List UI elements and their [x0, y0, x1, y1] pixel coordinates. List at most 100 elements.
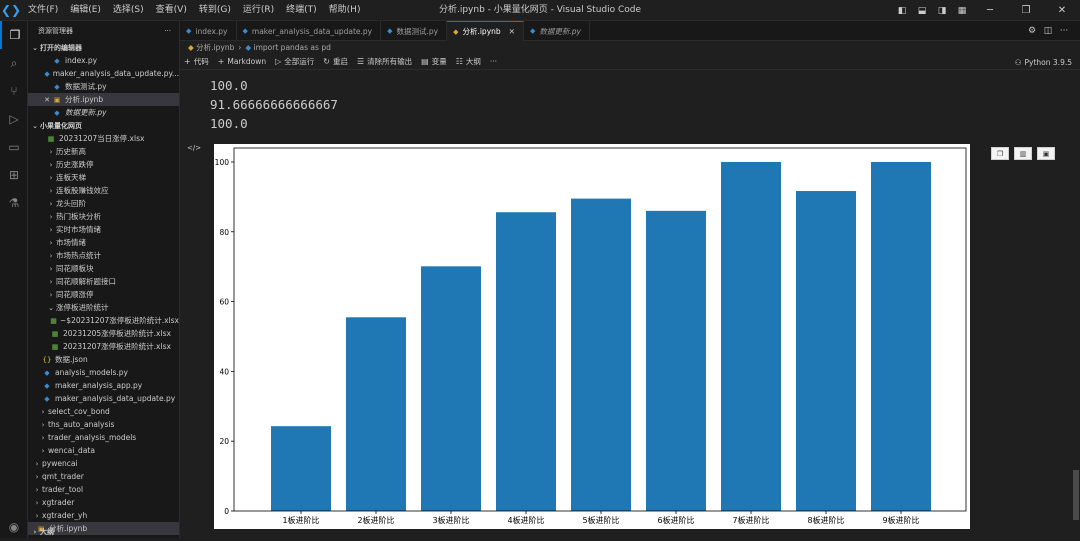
save-output-icon[interactable]: ▣ [1037, 147, 1055, 160]
close-icon[interactable]: ✕ [509, 27, 515, 36]
source-control-icon[interactable]: ⑂ [0, 77, 28, 105]
tree-item-label: trader_analysis_models [48, 433, 137, 442]
menu-item[interactable]: 运行(R) [237, 0, 280, 21]
more-icon[interactable]: ··· [1056, 26, 1072, 36]
customize-layout-icon[interactable]: ▦ [952, 6, 972, 16]
tree-item[interactable]: › qmt_trader [28, 470, 179, 483]
search-icon[interactable]: ⌕ [0, 49, 28, 77]
scrollbar-thumb[interactable] [1073, 470, 1079, 520]
menu-item[interactable]: 文件(F) [22, 0, 64, 21]
tree-item-label: select_cov_bond [48, 407, 110, 416]
tree-item[interactable]: › 实时市场情绪 [28, 223, 179, 236]
close-icon[interactable]: ✕ [42, 96, 52, 104]
breadcrumb-file[interactable]: 分析.ipynb [196, 42, 234, 53]
menu-item[interactable]: 帮助(H) [323, 0, 367, 21]
kernel-picker[interactable]: ⚇ Python 3.9.5 [1015, 54, 1072, 70]
change-renderer-icon[interactable]: ▥ [1014, 147, 1032, 160]
tree-item[interactable]: ◆ analysis_models.py [28, 366, 179, 379]
extensions-icon[interactable]: ⊞ [0, 161, 28, 189]
tree-item[interactable]: › 连板股赚钱效应 [28, 184, 179, 197]
explorer-icon[interactable]: ❐ [0, 21, 28, 49]
editor-tab[interactable]: ◆ 数据测试.py [381, 21, 448, 41]
gear-icon[interactable]: ⚙ [1024, 26, 1040, 36]
editor-tab[interactable]: ◆ maker_analysis_data_update.py [237, 21, 382, 41]
minimize-button[interactable]: ─ [972, 5, 1008, 16]
tree-item[interactable]: › xgtrader_yh [28, 509, 179, 522]
add-code-button[interactable]: + 代码 [184, 56, 209, 67]
remote-explorer-icon[interactable]: ▭ [0, 133, 28, 161]
toggle-panel-icon[interactable]: ⬓ [912, 6, 932, 16]
add-markdown-button[interactable]: + Markdown [218, 57, 266, 66]
tree-item[interactable]: ⌄ 涨停板进阶统计 [28, 301, 179, 314]
split-editor-icon[interactable]: ◫ [1040, 26, 1056, 36]
maximize-button[interactable]: ❐ [1008, 5, 1044, 16]
tree-item-label: 同花顺涨停 [56, 290, 94, 299]
open-editor-item[interactable]: ◆ 数据测试.py [28, 80, 179, 93]
tree-item[interactable]: › 历史新高 [28, 145, 179, 158]
tree-item[interactable]: › select_cov_bond [28, 405, 179, 418]
tree-item[interactable]: › xgtrader [28, 496, 179, 509]
menu-item[interactable]: 选择(S) [107, 0, 150, 21]
account-icon[interactable]: ◉ [0, 513, 28, 541]
tree-item[interactable]: {} 数据.json [28, 353, 179, 366]
tree-item[interactable]: ▦ 20231207涨停板进阶统计.xlsx [28, 340, 179, 353]
tree-item[interactable]: › ths_auto_analysis [28, 418, 179, 431]
tree-item[interactable]: › 同花顺涨停 [28, 288, 179, 301]
chevron-right-icon: › [35, 459, 39, 468]
breadcrumb-cell[interactable]: import pandas as pd [254, 43, 331, 52]
close-window-button[interactable]: ✕ [1044, 5, 1080, 16]
open-editor-item[interactable]: ◆ maker_analysis_data_update.py... [28, 67, 179, 80]
tree-item[interactable]: › 连板天梯 [28, 171, 179, 184]
testing-icon[interactable]: ⚗ [0, 189, 28, 217]
menu-item[interactable]: 转到(G) [193, 0, 237, 21]
editor-tab[interactable]: ◆ 数据更新.py [524, 21, 590, 41]
editor-tab[interactable]: ◆ index.py [180, 21, 237, 41]
toggle-secondary-sidebar-icon[interactable]: ◨ [932, 6, 952, 16]
run-debug-icon[interactable]: ▷ [0, 105, 28, 133]
tree-item[interactable]: › 同花顺板块 [28, 262, 179, 275]
run-all-button[interactable]: ▷ 全部运行 [275, 56, 314, 67]
tree-item[interactable]: ▦ 20231205涨停板进阶统计.xlsx [28, 327, 179, 340]
menu-item[interactable]: 查看(V) [150, 0, 193, 21]
outline-section[interactable]: › 大纲 [28, 525, 179, 538]
more-toolbar-button[interactable]: ··· [490, 57, 497, 66]
open-editor-item[interactable]: ✕ ▣ 分析.ipynb [28, 93, 179, 106]
tree-item[interactable]: › 龙头回阶 [28, 197, 179, 210]
tree-item[interactable]: ▦ 20231207当日涨停.xlsx [28, 132, 179, 145]
output-code-icon[interactable]: </> [187, 144, 201, 152]
tree-item[interactable]: › wencai_data [28, 444, 179, 457]
tree-item[interactable]: ◆ maker_analysis_app.py [28, 379, 179, 392]
tree-item[interactable]: › trader_analysis_models [28, 431, 179, 444]
restart-button[interactable]: ↻ 重启 [323, 56, 348, 67]
open-editors-section[interactable]: ⌄ 打开的编辑器 [28, 41, 179, 54]
tree-item[interactable]: › 市场情绪 [28, 236, 179, 249]
menu-item[interactable]: 终端(T) [280, 0, 323, 21]
bar-7 [721, 161, 781, 511]
tree-item[interactable]: › 同花顺解析题接口 [28, 275, 179, 288]
y-tick-label: 60 [219, 298, 229, 307]
chevron-right-icon: › [41, 420, 45, 429]
more-actions-icon[interactable]: ··· [164, 27, 171, 35]
open-editor-label: 分析.ipynb [65, 95, 104, 104]
tree-item-label: 涨停板进阶统计 [56, 303, 109, 312]
outline-button[interactable]: ☷ 大纲 [456, 56, 481, 67]
tree-item[interactable]: ◆ maker_analysis_data_update.py [28, 392, 179, 405]
tab-label: maker_analysis_data_update.py [251, 26, 373, 36]
chevron-right-icon: › [49, 225, 53, 234]
copy-output-icon[interactable]: ❐ [991, 147, 1009, 160]
tree-item[interactable]: › 历史涨跌停 [28, 158, 179, 171]
open-editor-item[interactable]: ◆ 数据更新.py [28, 106, 179, 119]
tree-item[interactable]: ▦ ~$20231207涨停板进阶统计.xlsx [28, 314, 179, 327]
variables-button[interactable]: ▤ 变量 [421, 56, 447, 67]
tree-item[interactable]: › pywencai [28, 457, 179, 470]
tree-item[interactable]: › 市场热点统计 [28, 249, 179, 262]
menu-item[interactable]: 编辑(E) [64, 0, 107, 21]
tree-item[interactable]: › trader_tool [28, 483, 179, 496]
tree-item[interactable]: › 热门板块分析 [28, 210, 179, 223]
workspace-section[interactable]: ⌄ 小果量化网页 [28, 119, 179, 132]
editor-tab[interactable]: ◆ 分析.ipynb ✕ [447, 21, 524, 41]
clear-outputs-button[interactable]: ☰ 清除所有输出 [357, 56, 412, 67]
open-editor-item[interactable]: ◆ index.py [28, 54, 179, 67]
toggle-primary-sidebar-icon[interactable]: ◧ [892, 6, 912, 16]
notebook-icon: ◆ [188, 43, 194, 52]
